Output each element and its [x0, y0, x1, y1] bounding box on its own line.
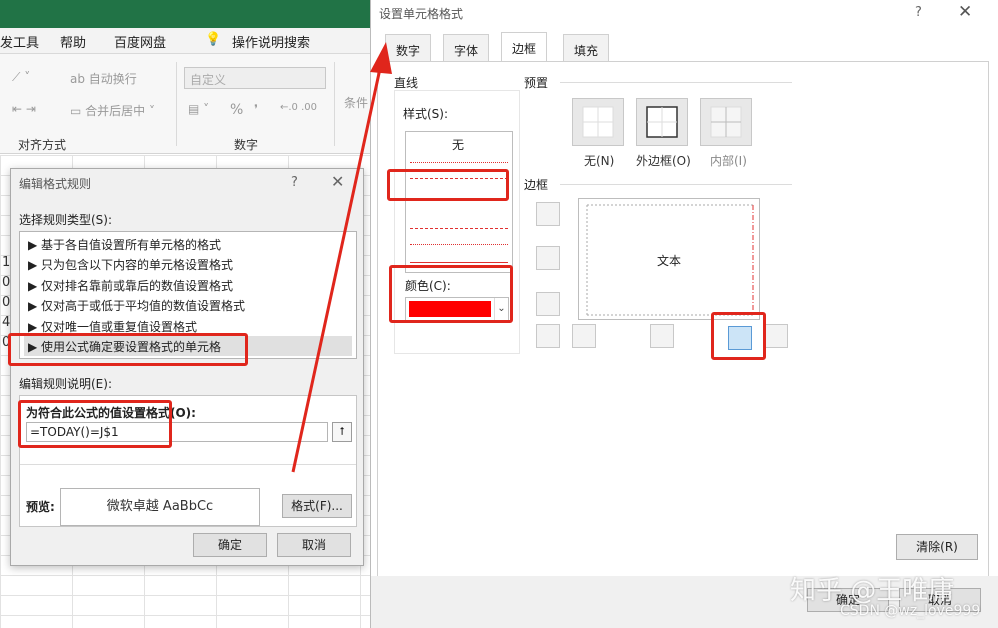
zhihu-watermark: 知乎 @王唯庸	[790, 576, 955, 606]
annotation-arrow	[291, 42, 392, 473]
csdn-watermark: CSDN @wz_love999	[840, 603, 981, 619]
